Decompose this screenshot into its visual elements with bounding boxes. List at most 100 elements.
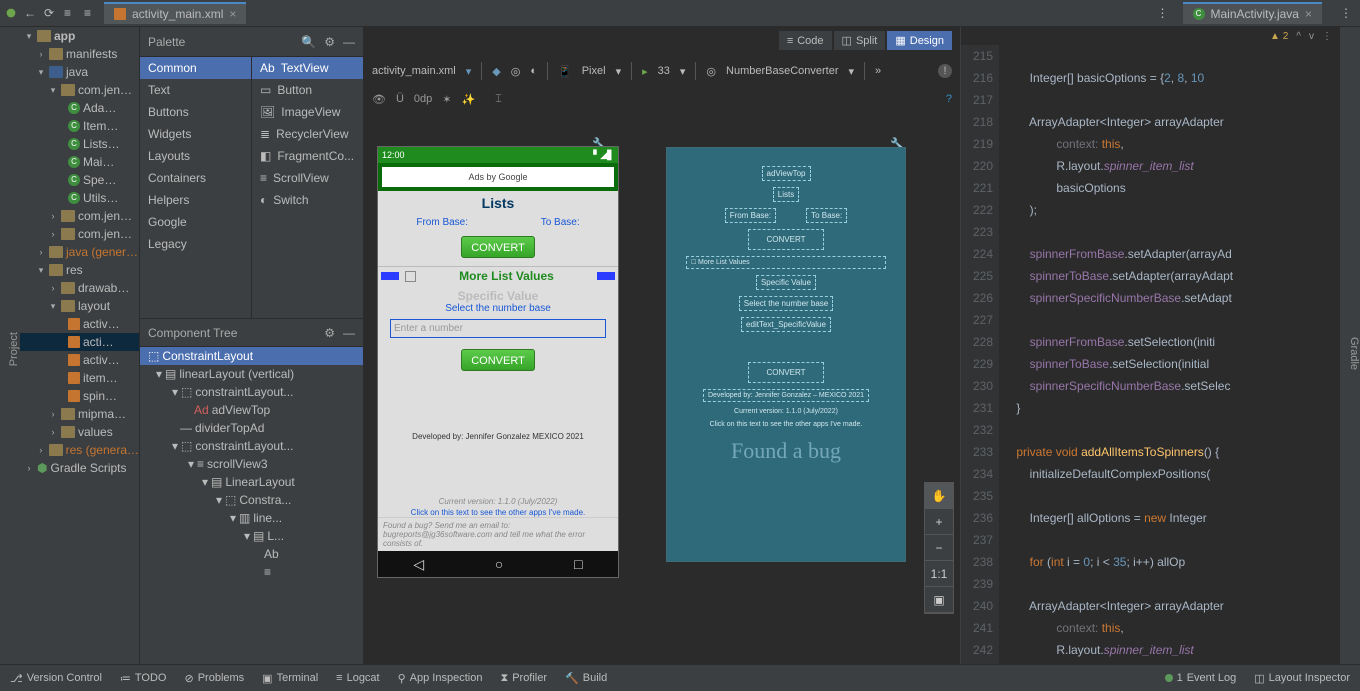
palette-widget[interactable]: FragmentCo... <box>277 149 354 163</box>
comp-item[interactable]: Ab <box>264 547 279 561</box>
component-tree[interactable]: ⬚ConstraintLayout ▾▤linearLayout (vertic… <box>140 347 363 664</box>
comp-item[interactable]: constraintLayout... <box>195 439 293 453</box>
design-canvas[interactable]: ≡Code ◫Split ▦Design activity_main.xml▾ … <box>364 27 960 664</box>
comp-item[interactable]: ConstraintLayout <box>162 349 253 363</box>
prev-highlight[interactable]: ^ <box>1296 31 1301 42</box>
mode-split[interactable]: ◫Split <box>834 31 886 50</box>
more-icon[interactable]: » <box>875 65 881 77</box>
sync-icon[interactable]: ⟳ <box>44 6 58 20</box>
autoconnect-icon[interactable]: Ü <box>396 93 404 105</box>
eye-icon[interactable]: 👁 <box>372 93 386 106</box>
palette-cat[interactable]: Helpers <box>140 189 251 211</box>
palette-widget[interactable]: Button <box>277 83 312 97</box>
palette-cat[interactable]: Containers <box>140 167 251 189</box>
overflow-icon[interactable]: ⋮ <box>1157 6 1177 20</box>
tree-item[interactable]: res <box>66 263 83 277</box>
minimize-icon[interactable]: — <box>343 326 355 340</box>
tree-item[interactable]: Spe… <box>83 173 116 187</box>
tree-item[interactable]: com.jen… <box>78 83 132 97</box>
tree-item[interactable]: com.jen… <box>78 227 132 241</box>
tree-item[interactable]: drawab… <box>78 281 129 295</box>
tree-item[interactable]: spin… <box>83 389 117 403</box>
other-apps-link[interactable]: Click on this text to see the other apps… <box>378 508 618 517</box>
theme-select[interactable]: NumberBaseConverter <box>726 65 839 77</box>
back-nav-icon[interactable]: ◁ <box>413 556 424 573</box>
comp-item[interactable]: L... <box>267 529 284 543</box>
tree-item[interactable]: Gradle Scripts <box>50 461 126 475</box>
settings-icon[interactable]: ≡ <box>64 6 78 20</box>
margin-select[interactable]: 0dp <box>414 93 432 105</box>
comp-item[interactable]: LinearLayout <box>225 475 294 489</box>
editor-inspections[interactable]: ▲ 2 ^ v ⋮ <box>961 27 1340 45</box>
tree-item[interactable]: res (genera… <box>66 443 139 457</box>
tree-item[interactable]: manifests <box>66 47 117 61</box>
tree-item[interactable]: activ… <box>83 317 120 331</box>
design-toolbar-2[interactable]: 👁 Ü 0dp ✶ ✨ ⌶ ? <box>372 85 952 113</box>
comp-item[interactable]: Constra... <box>239 493 291 507</box>
device-select[interactable]: Pixel <box>582 65 606 77</box>
project-tree[interactable]: ▾app ›manifests ▾java ▾com.jen… CAda… CI… <box>20 27 140 664</box>
comp-item[interactable]: adViewTop <box>212 403 271 417</box>
tree-item[interactable]: activ… <box>83 353 120 367</box>
sb-layoutinspector[interactable]: ◫Layout Inspector <box>1254 672 1350 685</box>
sb-version-control[interactable]: ⎇Version Control <box>10 672 102 685</box>
tree-item[interactable]: Lists… <box>83 137 120 151</box>
api-select[interactable]: 33 <box>658 65 670 77</box>
gear-icon[interactable]: ⚙ <box>324 326 335 340</box>
palette-widget[interactable]: Switch <box>273 193 308 207</box>
config-file[interactable]: activity_main.xml <box>372 65 456 77</box>
file-tab-layout[interactable]: activity_main.xml × <box>104 2 246 24</box>
comp-item[interactable]: linearLayout (vertical) <box>179 367 294 381</box>
palette-categories[interactable]: Common Text Buttons Widgets Layouts Cont… <box>140 57 251 318</box>
comp-item[interactable]: constraintLayout... <box>195 385 293 399</box>
palette-cat[interactable]: Widgets <box>140 123 251 145</box>
sb-profiler[interactable]: ⧗Profiler <box>500 672 547 685</box>
mode-code[interactable]: ≡Code <box>779 31 832 50</box>
palette-widget[interactable]: ScrollView <box>273 171 329 185</box>
code-editor[interactable]: ▲ 2 ^ v ⋮ 215 216 217 218 219 220 221 22… <box>960 27 1340 664</box>
palette-widget[interactable]: ImageView <box>281 105 340 119</box>
checkbox[interactable] <box>405 271 416 282</box>
night-icon[interactable]: ◐ <box>530 65 537 77</box>
comp-item[interactable]: dividerTopAd <box>195 421 264 435</box>
palette-cat[interactable]: Common <box>140 57 251 79</box>
wand-icon[interactable]: ✨ <box>462 93 476 106</box>
palette-widget[interactable]: RecyclerView <box>276 127 348 141</box>
tree-item[interactable]: Mai… <box>83 155 114 169</box>
overflow-icon[interactable]: ≡ <box>264 565 271 579</box>
sb-build[interactable]: 🔨Build <box>565 672 607 685</box>
palette-widget[interactable]: TextView <box>281 61 329 75</box>
sb-appinspection[interactable]: ⚲App Inspection <box>398 672 483 685</box>
tree-item[interactable]: Ada… <box>83 101 116 115</box>
orientation-icon[interactable]: ◎ <box>511 65 521 78</box>
pan-tool[interactable]: ✋ <box>925 483 953 509</box>
zoom-reset[interactable]: ▣ <box>925 587 953 613</box>
sb-todo[interactable]: ≔TODO <box>120 672 167 685</box>
sb-terminal[interactable]: ▣Terminal <box>262 672 318 685</box>
tool-project[interactable]: Project <box>8 332 20 366</box>
palette-widgets[interactable]: AbTextView ▭Button 🖼ImageView ≣RecyclerV… <box>251 57 363 318</box>
tree-item-selected[interactable]: acti… <box>83 335 114 349</box>
sb-logcat[interactable]: ≡Logcat <box>336 672 379 684</box>
palette-cat[interactable]: Text <box>140 79 251 101</box>
home-nav-icon[interactable]: ○ <box>495 556 503 572</box>
tool-gradle[interactable]: Gradle <box>1348 337 1360 370</box>
gear-icon[interactable]: ⚙ <box>324 35 335 49</box>
warnings-count[interactable]: ▲ 2 <box>1270 31 1288 42</box>
tree-item[interactable]: java (gener… <box>66 245 138 259</box>
palette-cat[interactable]: Google <box>140 211 251 233</box>
tree-item[interactable]: layout <box>78 299 110 313</box>
device-preview[interactable]: 12:00▘◢▋ Ads by Google Lists From Base:T… <box>378 147 618 577</box>
tree-item[interactable]: Item… <box>83 119 118 133</box>
zoom-out[interactable]: − <box>925 535 953 561</box>
palette-cat[interactable]: Legacy <box>140 233 251 255</box>
sb-problems[interactable]: ⊘Problems <box>184 672 244 685</box>
search-icon[interactable]: 🔍 <box>301 35 316 49</box>
surface-icon[interactable]: ◆ <box>492 65 500 78</box>
blueprint-preview[interactable]: adViewTop Lists From Base:To Base: CONVE… <box>666 147 906 562</box>
tree-item[interactable]: com.jen… <box>78 209 132 223</box>
zoom-controls[interactable]: ✋ + − 1:1 ▣ <box>924 482 954 614</box>
mode-design[interactable]: ▦Design <box>887 31 952 50</box>
tree-item[interactable]: mipma… <box>78 407 126 421</box>
add-icon[interactable]: ≡ <box>84 6 98 20</box>
